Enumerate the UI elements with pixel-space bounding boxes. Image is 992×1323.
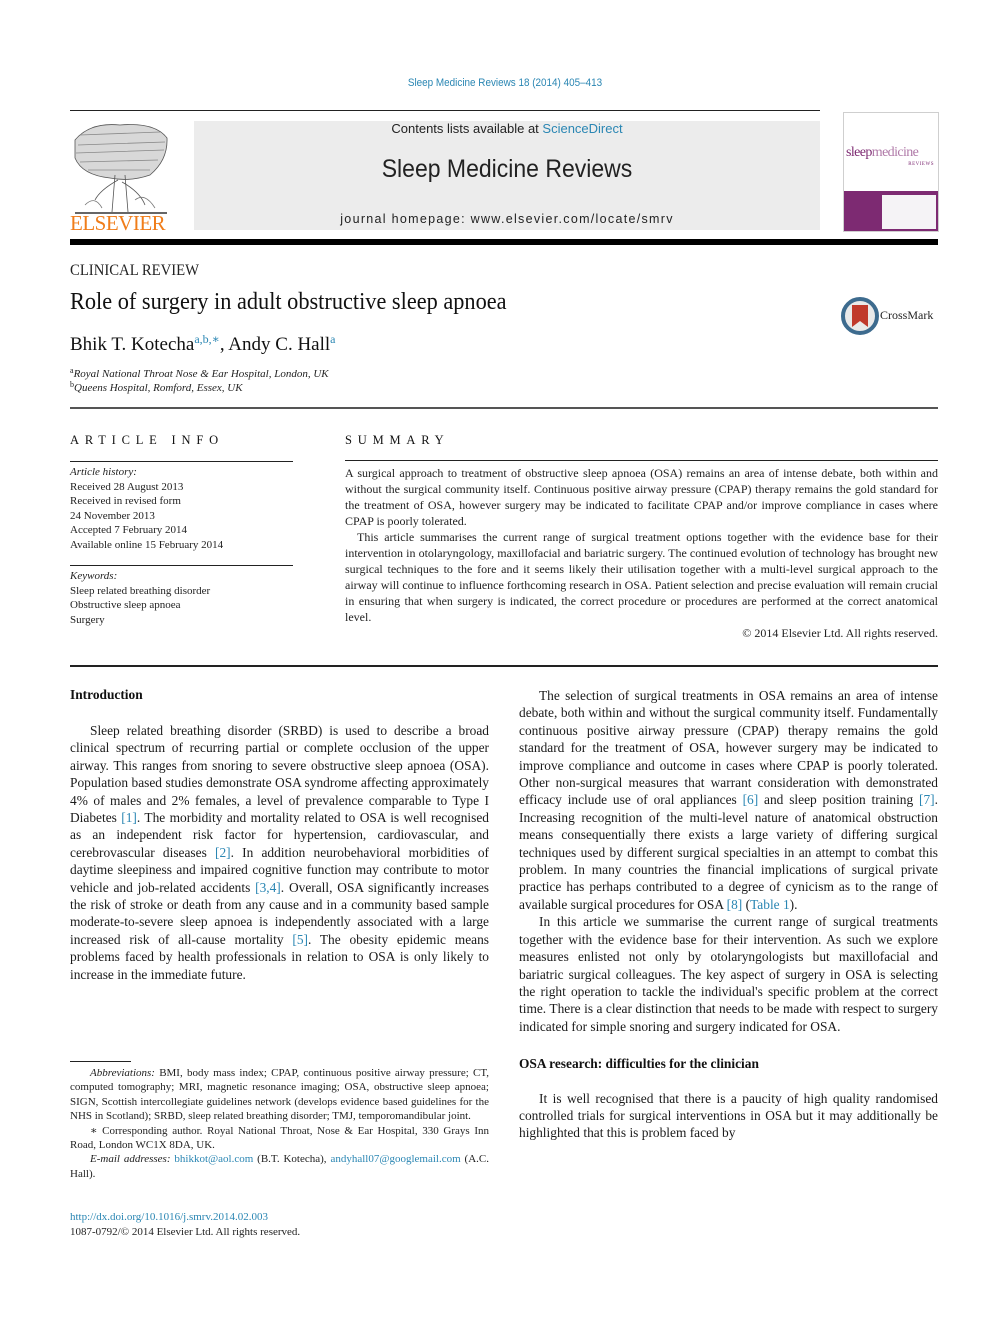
email-link[interactable]: bhikkot@aol.com bbox=[174, 1153, 253, 1165]
history-item: Accepted 7 February 2014 bbox=[70, 524, 187, 536]
history-item: Available online 15 February 2014 bbox=[70, 538, 224, 551]
footnote-rule bbox=[70, 1061, 131, 1062]
abbreviations-label: Abbreviations: bbox=[90, 1067, 155, 1079]
article-type: CLINICAL REVIEW bbox=[70, 262, 200, 279]
journal-citation-link[interactable]: Sleep Medicine Reviews 18 (2014) 405–413 bbox=[51, 77, 960, 89]
text-run: ). bbox=[789, 896, 798, 912]
citation-link[interactable]: [6] bbox=[743, 792, 759, 807]
history-label: Article history: bbox=[70, 466, 137, 478]
history-item: 24 November 2013 bbox=[70, 509, 155, 522]
doi-link[interactable]: http://dx.doi.org/10.1016/j.smrv.2014.02… bbox=[70, 1211, 268, 1223]
author-name: Andy C. Hall bbox=[228, 334, 331, 355]
right-column: The selection of surgical treatments in … bbox=[519, 687, 938, 1142]
summary-copyright: © 2014 Elsevier Ltd. All rights reserved… bbox=[742, 626, 938, 640]
keyword: Surgery bbox=[70, 613, 105, 626]
header-thick-rule bbox=[70, 239, 938, 245]
author-affiliation-marks[interactable]: a bbox=[330, 332, 335, 346]
crossmark-label[interactable]: CrossMark bbox=[880, 308, 933, 323]
abbreviations-footnote: Abbreviations: BMI, body mass index; CPA… bbox=[70, 1066, 489, 1124]
affiliation-b: bQueens Hospital, Romford, Essex, UK bbox=[70, 380, 243, 394]
elsevier-wordmark: ELSEVIER bbox=[70, 211, 166, 235]
text-run: and sleep position training bbox=[758, 792, 920, 808]
email-owner: (B.T. Kotecha), bbox=[253, 1153, 331, 1166]
sciencedirect-link[interactable]: ScienceDirect bbox=[542, 121, 622, 136]
citation-link[interactable]: [2] bbox=[215, 845, 231, 860]
author-list: Bhik T. Kotechaa,b,∗, Andy C. Halla bbox=[70, 332, 335, 356]
affiliation-a: aRoyal National Throat Nose & Ear Hospit… bbox=[70, 366, 329, 380]
keyword: Sleep related breathing disorder bbox=[70, 584, 211, 597]
intro-paragraph: Sleep related breathing disorder (SRBD) … bbox=[70, 722, 489, 983]
cover-figure bbox=[882, 195, 936, 229]
section-separator bbox=[70, 665, 938, 667]
header-rule bbox=[70, 110, 820, 111]
journal-title: Sleep Medicine Reviews bbox=[381, 155, 633, 183]
issn-copyright: 1087-0792/© 2014 Elsevier Ltd. All right… bbox=[70, 1226, 301, 1238]
body-paragraph: In this article we summarise the current… bbox=[519, 914, 938, 1034]
affiliation-text: Queens Hospital, Romford, Essex, UK bbox=[74, 382, 243, 394]
author-affiliation-marks[interactable]: a,b,∗ bbox=[194, 332, 219, 346]
article-info-rule bbox=[70, 461, 293, 462]
summary-paragraph: This article summarises the current rang… bbox=[345, 530, 938, 624]
cover-journal-name: sleepmedicine bbox=[846, 145, 919, 161]
citation-link[interactable]: Table 1 bbox=[750, 897, 790, 912]
history-item: Received in revised form bbox=[70, 495, 181, 507]
article-history: Article history: Received 28 August 2013… bbox=[70, 465, 293, 552]
history-item: Received 28 August 2013 bbox=[70, 480, 184, 493]
citation-link[interactable]: [8] bbox=[727, 897, 743, 912]
keywords-label: Keywords: bbox=[70, 570, 118, 582]
citation-link[interactable]: [1] bbox=[121, 810, 137, 825]
keywords-rule bbox=[70, 565, 293, 566]
footnotes: Abbreviations: BMI, body mass index; CPA… bbox=[70, 1066, 489, 1181]
cover-name-bold: sleep bbox=[846, 145, 872, 160]
citation-link[interactable]: [5] bbox=[292, 932, 308, 947]
journal-cover-thumbnail[interactable]: sleepmedicine REVIEWS bbox=[843, 112, 939, 232]
summary-heading: SUMMARY bbox=[345, 433, 450, 447]
email-label: E-mail addresses: bbox=[90, 1153, 171, 1166]
summary-paragraph: A surgical approach to treatment of obst… bbox=[345, 466, 938, 528]
left-column: Sleep related breathing disorder (SRBD) … bbox=[70, 722, 489, 983]
citation-link[interactable]: [7] bbox=[919, 792, 935, 807]
contents-prefix: Contents lists available at bbox=[391, 121, 543, 136]
introduction-heading: Introduction bbox=[70, 687, 143, 702]
author-name: Bhik T. Kotecha bbox=[70, 334, 195, 355]
journal-homepage[interactable]: journal homepage: www.elsevier.com/locat… bbox=[194, 212, 820, 226]
keyword: Obstructive sleep apnoea bbox=[70, 599, 181, 611]
text-run: The selection of surgical treatments in … bbox=[519, 688, 938, 808]
article-info-heading: ARTICLE INFO bbox=[70, 433, 224, 447]
citation-link[interactable]: [3,4] bbox=[255, 880, 281, 895]
summary-rule bbox=[345, 460, 938, 461]
research-heading: OSA research: difficulties for the clini… bbox=[519, 1056, 759, 1072]
body-paragraph: It is well recognised that there is a pa… bbox=[519, 1090, 938, 1141]
email-footnote: E-mail addresses: bhikkot@aol.com (B.T. … bbox=[70, 1152, 489, 1181]
contents-line: Contents lists available at ScienceDirec… bbox=[194, 121, 820, 136]
text-run: . Increasing recognition of the multi-le… bbox=[519, 792, 938, 912]
affiliation-text: Royal National Throat Nose & Ear Hospita… bbox=[73, 368, 329, 380]
title-rule bbox=[70, 407, 938, 409]
email-link[interactable]: andyhall07@googlemail.com bbox=[330, 1153, 460, 1165]
crossmark-icon[interactable] bbox=[841, 297, 879, 335]
summary-abstract: A surgical approach to treatment of obst… bbox=[345, 465, 938, 641]
cover-name-light: medicine bbox=[871, 145, 919, 160]
article-title: Role of surgery in adult obstructive sle… bbox=[70, 289, 507, 315]
text-run: ( bbox=[742, 896, 751, 912]
body-paragraph: The selection of surgical treatments in … bbox=[519, 687, 938, 913]
cover-subtitle: REVIEWS bbox=[908, 162, 934, 167]
keywords: Keywords: Sleep related breathing disord… bbox=[70, 569, 293, 627]
corresponding-author-footnote: ∗ Corresponding author. Royal National T… bbox=[70, 1124, 489, 1152]
